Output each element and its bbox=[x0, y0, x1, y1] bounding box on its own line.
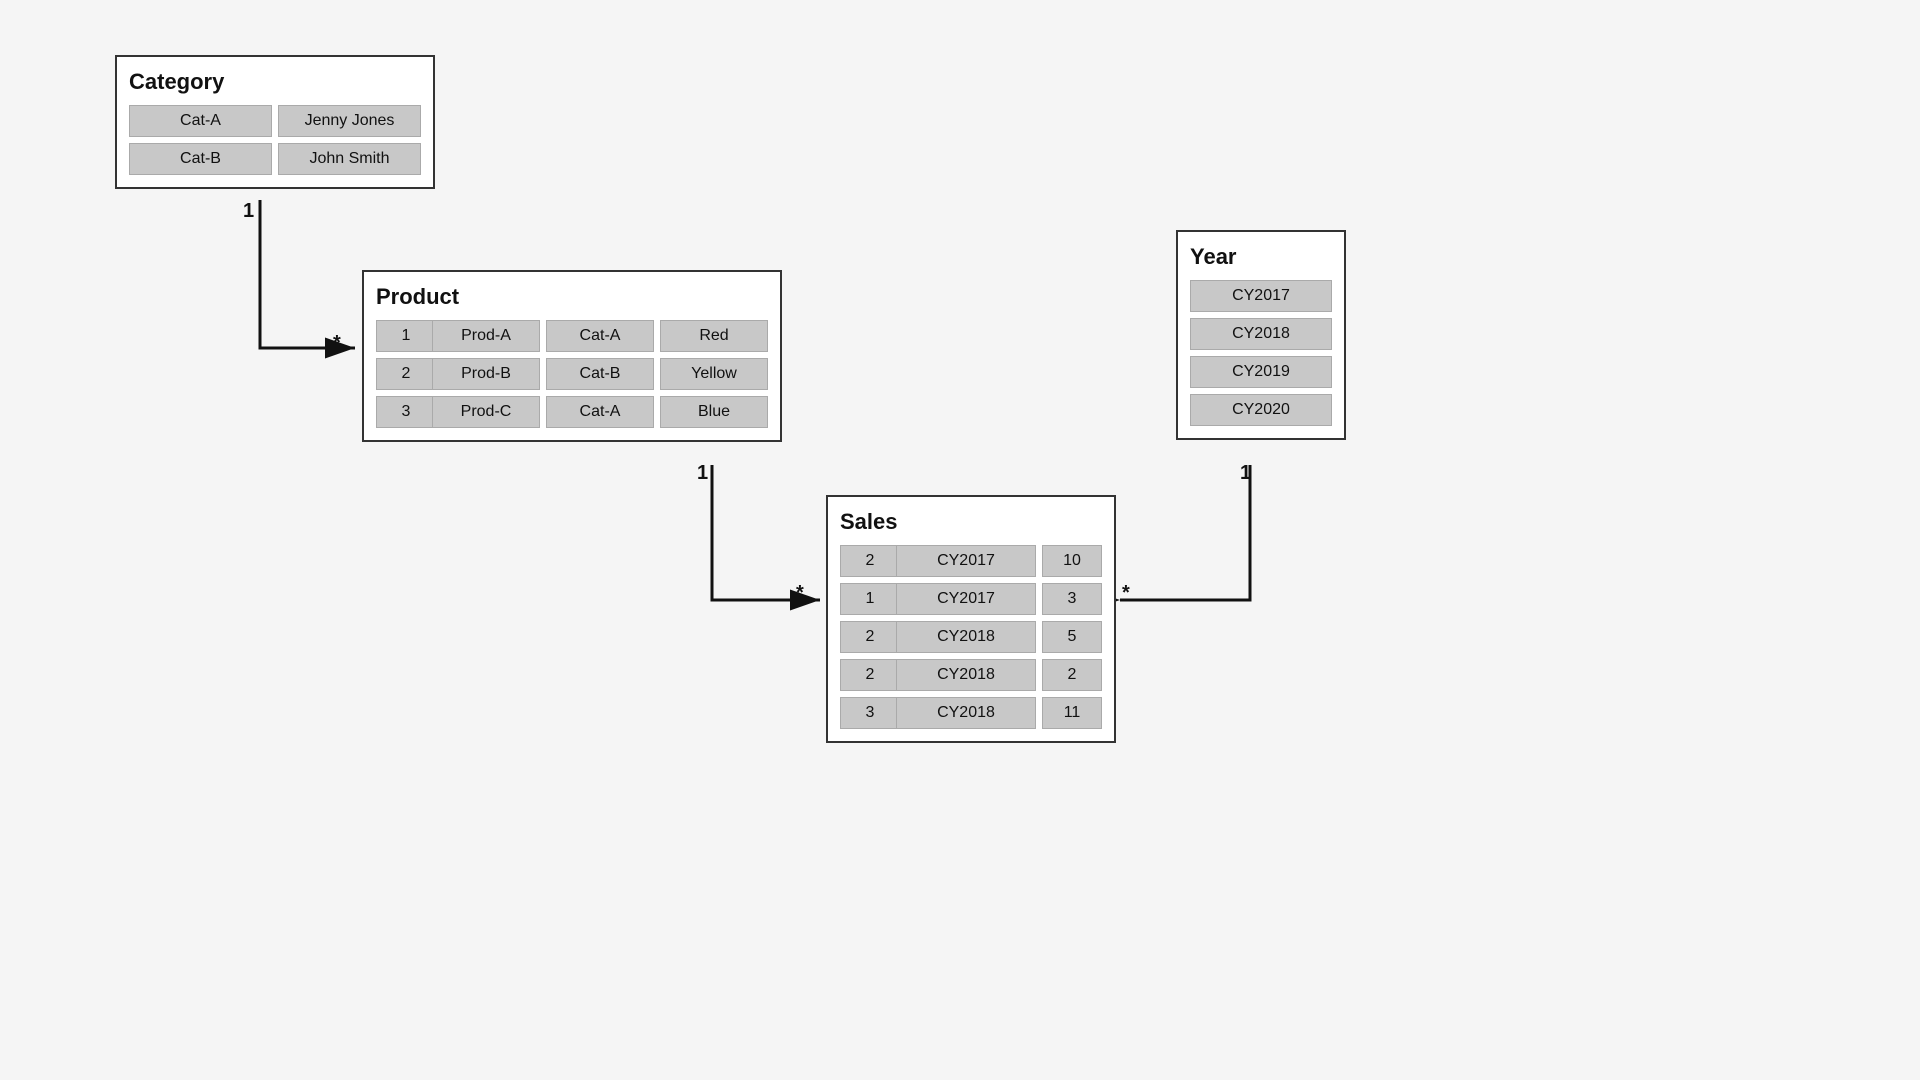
prod-cell-1-2: Cat-B bbox=[546, 358, 654, 390]
product-sales-one-label: 1 bbox=[697, 462, 708, 485]
prod-cell-0-0: 1 bbox=[376, 320, 436, 352]
prod-cell-0-2: Cat-A bbox=[546, 320, 654, 352]
sales-grid: 2 CY2017 10 1 CY2017 3 2 CY2018 5 2 CY20… bbox=[840, 545, 1102, 729]
prod-cell-1-3: Yellow bbox=[660, 358, 768, 390]
product-sales-star-label: * bbox=[796, 582, 804, 605]
sales-cell-4-1: CY2018 bbox=[896, 697, 1036, 729]
year-cell-3: CY2020 bbox=[1190, 394, 1332, 426]
prod-cell-2-2: Cat-A bbox=[546, 396, 654, 428]
sales-cell-2-1: CY2018 bbox=[896, 621, 1036, 653]
prod-cell-2-3: Blue bbox=[660, 396, 768, 428]
product-title: Product bbox=[376, 284, 768, 310]
cat-product-one-label: 1 bbox=[243, 200, 254, 223]
sales-table: Sales 2 CY2017 10 1 CY2017 3 2 CY2018 5 … bbox=[826, 495, 1116, 743]
prod-cell-1-0: 2 bbox=[376, 358, 436, 390]
year-sales-star-label: * bbox=[1122, 582, 1130, 605]
sales-cell-4-2: 11 bbox=[1042, 697, 1102, 729]
cat-cell-0-0: Cat-A bbox=[129, 105, 272, 137]
year-title: Year bbox=[1190, 244, 1332, 270]
prod-cell-1-1: Prod-B bbox=[432, 358, 540, 390]
prod-cell-2-1: Prod-C bbox=[432, 396, 540, 428]
year-grid: CY2017 CY2018 CY2019 CY2020 bbox=[1190, 280, 1332, 426]
year-cell-1: CY2018 bbox=[1190, 318, 1332, 350]
prod-cell-2-0: 3 bbox=[376, 396, 436, 428]
year-cell-2: CY2019 bbox=[1190, 356, 1332, 388]
sales-cell-3-0: 2 bbox=[840, 659, 900, 691]
product-table: Product 1 Prod-A Cat-A Red 2 Prod-B Cat-… bbox=[362, 270, 782, 442]
sales-cell-2-0: 2 bbox=[840, 621, 900, 653]
year-cell-0: CY2017 bbox=[1190, 280, 1332, 312]
sales-cell-3-1: CY2018 bbox=[896, 659, 1036, 691]
sales-title: Sales bbox=[840, 509, 1102, 535]
product-grid: 1 Prod-A Cat-A Red 2 Prod-B Cat-B Yellow… bbox=[376, 320, 768, 428]
prod-cell-0-1: Prod-A bbox=[432, 320, 540, 352]
cat-cell-0-1: Jenny Jones bbox=[278, 105, 421, 137]
sales-cell-1-2: 3 bbox=[1042, 583, 1102, 615]
cat-cell-1-0: Cat-B bbox=[129, 143, 272, 175]
sales-cell-0-2: 10 bbox=[1042, 545, 1102, 577]
diagram-canvas: 1 * 1 * 1 * Category Cat-A Jenny Jones C… bbox=[0, 0, 1920, 1080]
sales-cell-0-0: 2 bbox=[840, 545, 900, 577]
cat-product-star-label: * bbox=[333, 332, 341, 355]
sales-cell-1-0: 1 bbox=[840, 583, 900, 615]
prod-cell-0-3: Red bbox=[660, 320, 768, 352]
sales-cell-0-1: CY2017 bbox=[896, 545, 1036, 577]
year-sales-one-label: 1 bbox=[1240, 462, 1251, 485]
sales-cell-2-2: 5 bbox=[1042, 621, 1102, 653]
sales-cell-1-1: CY2017 bbox=[896, 583, 1036, 615]
category-table: Category Cat-A Jenny Jones Cat-B John Sm… bbox=[115, 55, 435, 189]
category-title: Category bbox=[129, 69, 421, 95]
sales-cell-4-0: 3 bbox=[840, 697, 900, 729]
cat-cell-1-1: John Smith bbox=[278, 143, 421, 175]
sales-cell-3-2: 2 bbox=[1042, 659, 1102, 691]
year-table: Year CY2017 CY2018 CY2019 CY2020 bbox=[1176, 230, 1346, 440]
category-grid: Cat-A Jenny Jones Cat-B John Smith bbox=[129, 105, 421, 175]
